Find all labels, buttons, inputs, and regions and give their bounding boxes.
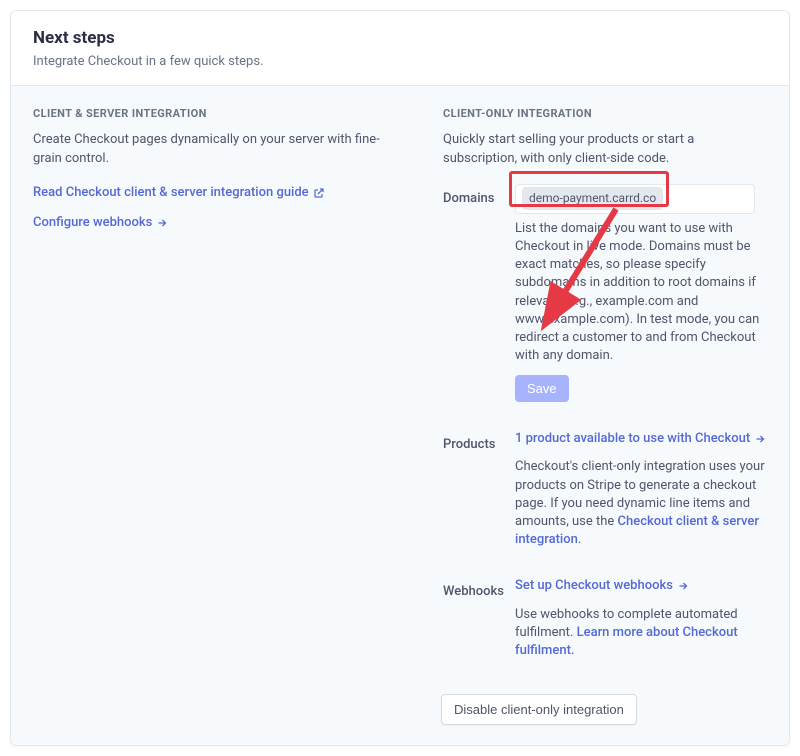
client-only-section: CLIENT-ONLY INTEGRATION Quickly start se… — [443, 106, 767, 672]
domains-field: Domains demo-payment.carrd.co List the d… — [443, 184, 767, 403]
domains-label: Domains — [443, 184, 515, 403]
external-link-icon — [313, 187, 325, 199]
arrow-right-icon — [677, 580, 689, 592]
section-title-right: CLIENT-ONLY INTEGRATION — [443, 106, 767, 121]
products-field: Products 1 product available to use with… — [443, 430, 767, 549]
card-body: CLIENT & SERVER INTEGRATION Create Check… — [11, 86, 789, 694]
page-subtitle: Integrate Checkout in a few quick steps. — [33, 53, 767, 71]
right-description: Quickly start selling your products or s… — [443, 131, 767, 167]
products-link-label: 1 product available to use with Checkout — [515, 430, 750, 448]
webhooks-label: Webhooks — [443, 577, 515, 660]
left-description: Create Checkout pages dynamically on you… — [33, 131, 403, 167]
disable-integration-button[interactable]: Disable client-only integration — [441, 694, 637, 725]
products-link[interactable]: 1 product available to use with Checkout — [515, 430, 766, 448]
webhooks-link-label: Set up Checkout webhooks — [515, 577, 673, 595]
card-header: Next steps Integrate Checkout in a few q… — [11, 11, 789, 86]
webhooks-link[interactable]: Set up Checkout webhooks — [515, 577, 689, 595]
save-button[interactable]: Save — [515, 375, 569, 402]
client-server-section: CLIENT & SERVER INTEGRATION Create Check… — [33, 106, 403, 672]
arrow-right-icon — [156, 217, 168, 229]
disable-section: Disable client-only integration — [11, 694, 789, 745]
webhooks-help: Use webhooks to complete automated fulfi… — [515, 606, 767, 661]
page-title: Next steps — [33, 27, 767, 51]
domains-help: List the domains you want to use with Ch… — [515, 220, 767, 366]
webhooks-field: Webhooks Set up Checkout webhooks Use we… — [443, 577, 767, 660]
domain-chip[interactable]: demo-payment.carrd.co — [522, 187, 663, 210]
configure-webhooks-link[interactable]: Configure webhooks — [33, 214, 168, 232]
configure-webhooks-label: Configure webhooks — [33, 214, 152, 232]
domains-input[interactable]: demo-payment.carrd.co — [515, 184, 755, 214]
section-title-left: CLIENT & SERVER INTEGRATION — [33, 106, 403, 121]
read-guide-link[interactable]: Read Checkout client & server integratio… — [33, 184, 325, 202]
read-guide-label: Read Checkout client & server integratio… — [33, 184, 309, 202]
arrow-right-icon — [754, 433, 766, 445]
products-help: Checkout's client-only integration uses … — [515, 458, 767, 549]
settings-card: Next steps Integrate Checkout in a few q… — [10, 10, 790, 746]
products-label: Products — [443, 430, 515, 549]
